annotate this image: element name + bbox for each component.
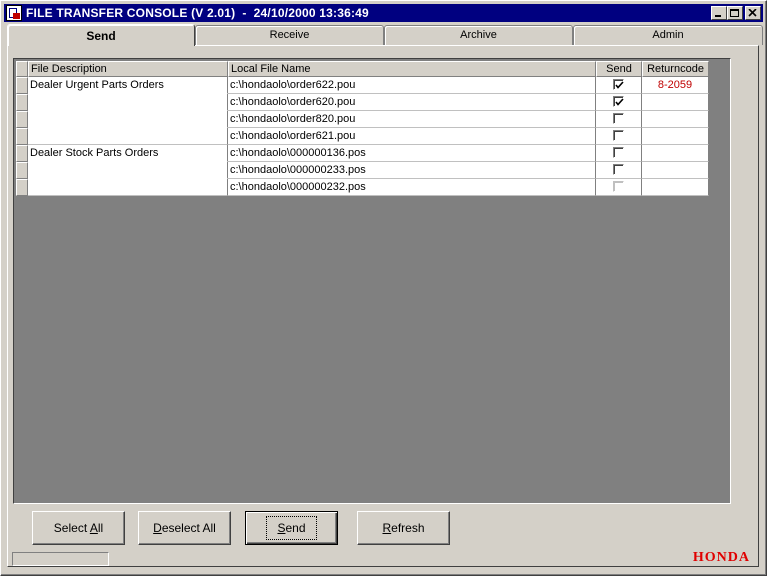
row-selector[interactable] (16, 128, 28, 145)
close-button[interactable] (745, 6, 761, 20)
row-header-corner (16, 61, 28, 77)
local-file-name-cell[interactable]: c:\hondaolo\000000232.pos (228, 179, 596, 196)
window-title: FILE TRANSFER CONSOLE (V 2.01) - 24/10/2… (26, 6, 369, 20)
send-button-label: Send (266, 516, 317, 540)
header-file-description[interactable]: File Description (28, 61, 228, 77)
tab-send[interactable]: Send (7, 24, 195, 46)
returncode-cell: 8-2059 (642, 77, 709, 94)
file-description-cell (28, 94, 228, 111)
header-returncode[interactable]: Returncode (642, 61, 709, 77)
title-bar[interactable]: FILE TRANSFER CONSOLE (V 2.01) - 24/10/2… (4, 4, 763, 22)
send-cell (596, 111, 642, 128)
tab-archive[interactable]: Archive (384, 25, 573, 45)
local-file-name-cell[interactable]: c:\hondaolo\order621.pou (228, 128, 596, 145)
select-all-button[interactable]: Select All (32, 511, 125, 545)
row-selector[interactable] (16, 94, 28, 111)
minimize-button[interactable] (711, 6, 727, 20)
maximize-icon (730, 9, 739, 17)
file-description-cell: Dealer Urgent Parts Orders (28, 77, 228, 94)
table-row[interactable]: c:\hondaolo\000000232.pos (16, 179, 710, 196)
returncode-cell (642, 145, 709, 162)
select-all-accel: A (89, 521, 98, 535)
send-cell (596, 145, 642, 162)
checkmark-icon (615, 98, 624, 106)
minimize-icon (715, 15, 721, 17)
select-all-label: Select (53, 521, 90, 535)
row-selector[interactable] (16, 162, 28, 179)
table-row[interactable]: c:\hondaolo\000000233.pos (16, 162, 710, 179)
file-description-cell (28, 128, 228, 145)
main-window: FILE TRANSFER CONSOLE (V 2.01) - 24/10/2… (0, 0, 767, 576)
tab-admin[interactable]: Admin (573, 25, 763, 45)
local-file-name-cell[interactable]: c:\hondaolo\order620.pou (228, 94, 596, 111)
header-local-file-name[interactable]: Local File Name (228, 61, 596, 77)
send-label-rest: end (285, 521, 306, 535)
local-file-name-cell[interactable]: c:\hondaolo\000000136.pos (228, 145, 596, 162)
close-icon (748, 9, 757, 17)
returncode-cell (642, 179, 709, 196)
send-checkbox[interactable] (613, 95, 624, 107)
send-checkbox[interactable] (613, 163, 624, 175)
file-description-cell (28, 162, 228, 179)
deselect-all-accel: D (153, 521, 162, 535)
table-row[interactable]: Dealer Stock Parts Orders c:\hondaolo\00… (16, 145, 710, 162)
select-all-label-rest: ll (97, 521, 104, 535)
honda-logo: HONDA (692, 550, 750, 565)
returncode-cell (642, 94, 709, 111)
returncode-cell (642, 162, 709, 179)
app-icon[interactable] (6, 5, 22, 21)
send-checkbox[interactable] (613, 112, 624, 124)
deselect-all-button[interactable]: Deselect All (138, 511, 231, 545)
send-checkbox[interactable] (613, 78, 624, 90)
table-row[interactable]: Dealer Urgent Parts Orders c:\hondaolo\o… (16, 77, 710, 94)
row-selector[interactable] (16, 179, 28, 196)
send-cell (596, 128, 642, 145)
refresh-label-rest: efresh (391, 521, 425, 535)
table-row[interactable]: c:\hondaolo\order620.pou (16, 94, 710, 111)
file-description-cell: Dealer Stock Parts Orders (28, 145, 228, 162)
deselect-all-label-rest: eselect All (161, 521, 216, 535)
header-send[interactable]: Send (596, 61, 642, 77)
send-button[interactable]: Send (245, 511, 338, 545)
file-description-cell (28, 179, 228, 196)
row-selector[interactable] (16, 111, 28, 128)
table-row[interactable]: c:\hondaolo\order820.pou (16, 111, 710, 128)
row-selector[interactable] (16, 77, 28, 94)
send-cell (596, 77, 642, 94)
send-checkbox[interactable] (613, 129, 624, 141)
file-grid-area: File Description Local File Name Send Re… (13, 58, 731, 504)
returncode-cell (642, 111, 709, 128)
file-description-cell (28, 111, 228, 128)
local-file-name-cell[interactable]: c:\hondaolo\000000233.pos (228, 162, 596, 179)
local-file-name-cell[interactable]: c:\hondaolo\order820.pou (228, 111, 596, 128)
row-selector[interactable] (16, 145, 28, 162)
send-cell (596, 162, 642, 179)
maximize-button[interactable] (727, 6, 743, 20)
table-row[interactable]: c:\hondaolo\order621.pou (16, 128, 710, 145)
checkmark-icon (615, 81, 624, 89)
local-file-name-cell[interactable]: c:\hondaolo\order622.pou (228, 77, 596, 94)
refresh-accel: R (382, 521, 392, 535)
file-grid: File Description Local File Name Send Re… (16, 61, 710, 196)
returncode-cell (642, 128, 709, 145)
grid-header-row: File Description Local File Name Send Re… (16, 61, 710, 77)
tab-receive[interactable]: Receive (195, 25, 384, 45)
refresh-button[interactable]: Refresh (357, 511, 450, 545)
send-cell (596, 179, 642, 196)
tab-strip: Send Receive Archive Admin (7, 24, 763, 46)
send-cell (596, 94, 642, 111)
send-checkbox[interactable] (613, 180, 624, 192)
send-checkbox[interactable] (613, 146, 624, 158)
status-field (12, 552, 109, 566)
